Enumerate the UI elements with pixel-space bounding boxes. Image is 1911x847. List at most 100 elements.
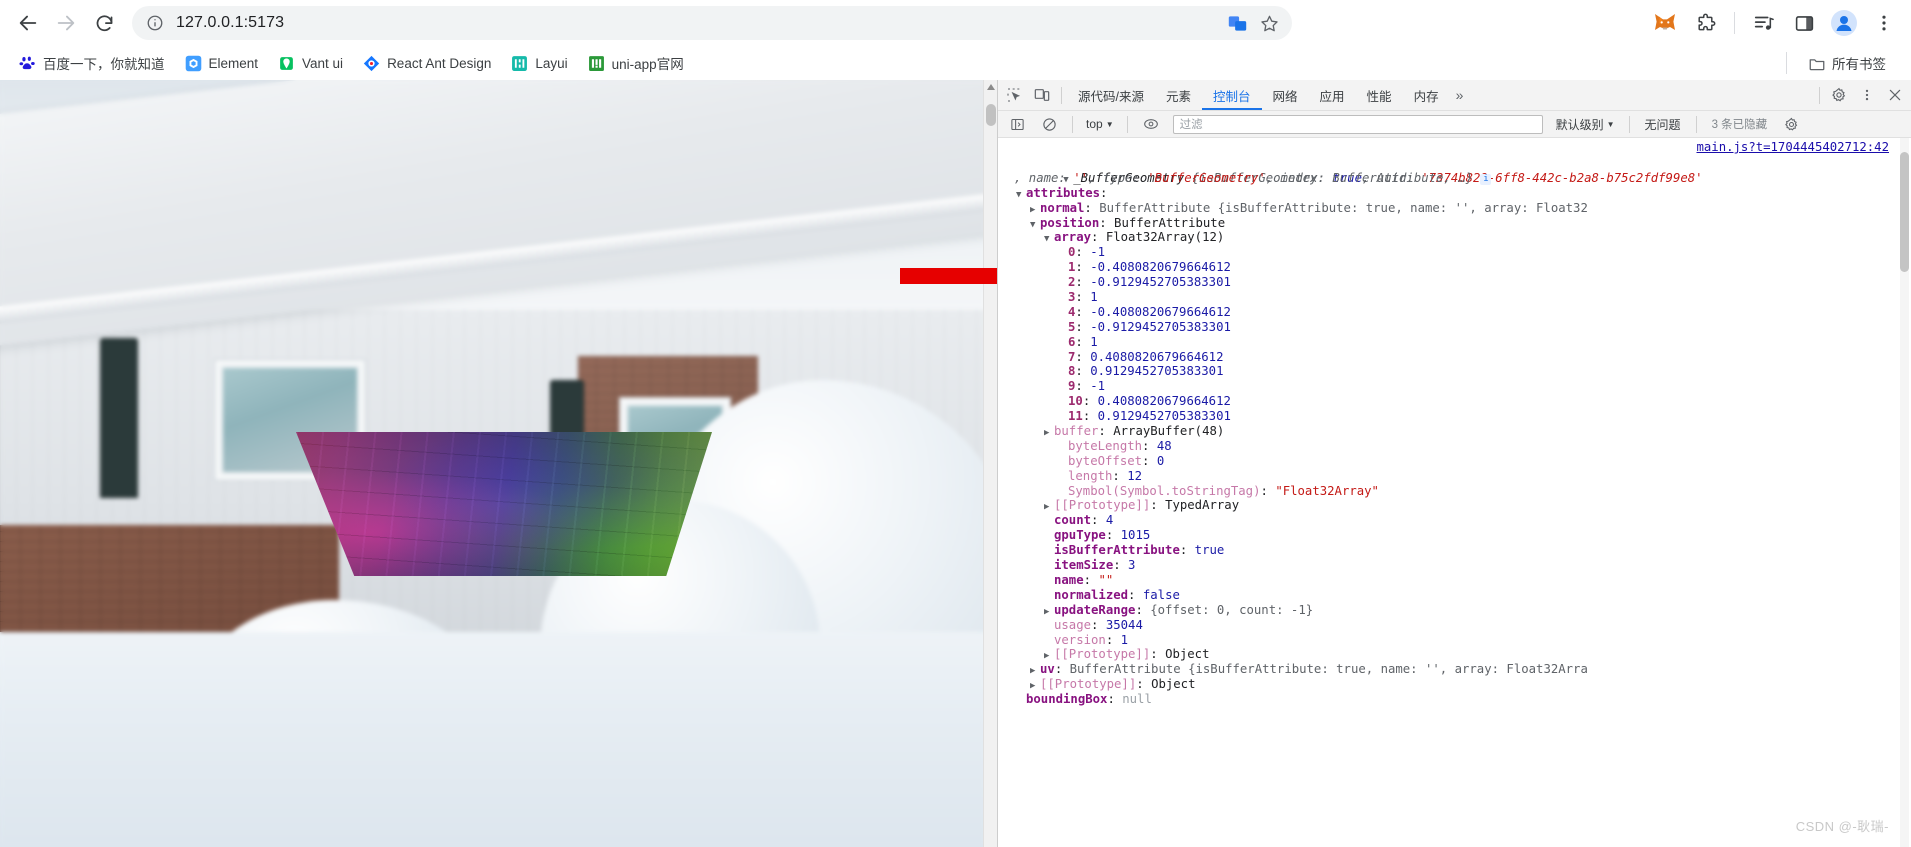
console-filter-input[interactable]: 过滤 <box>1172 114 1543 134</box>
console-property-row[interactable]: 6: 1 <box>998 335 1911 350</box>
side-panel-icon[interactable] <box>1787 6 1821 40</box>
log-level-selector[interactable]: 默认级别 ▼ <box>1551 116 1620 133</box>
console-property-row[interactable]: byteLength: 48 <box>998 439 1911 454</box>
threejs-textured-plane[interactable] <box>296 432 712 576</box>
browser-toolbar: 127.0.0.1:5173 <box>0 0 1911 46</box>
console-property-row[interactable]: ▶ normal: BufferAttribute {isBufferAttrib… <box>998 201 1911 216</box>
console-property-row[interactable]: ▶ [[Prototype]]: TypedArray <box>998 498 1911 513</box>
property-value: 1 <box>1090 290 1098 305</box>
console-property-row[interactable]: 4: -0.4080820679664612 <box>998 305 1911 320</box>
console-property-row[interactable]: usage: 35044 <box>998 618 1911 633</box>
console-property-row[interactable]: ▶ updateRange: {offset: 0, count: -1} <box>998 603 1911 618</box>
property-separator: : <box>1113 558 1129 573</box>
console-property-row[interactable]: ▼ position: BufferAttribute <box>998 216 1911 231</box>
console-property-row[interactable]: 1: -0.4080820679664612 <box>998 260 1911 275</box>
tab-performance[interactable]: 性能 <box>1356 80 1403 110</box>
bookmark-item[interactable]: Element <box>176 49 268 77</box>
issues-status[interactable]: 无问题 <box>1639 116 1687 133</box>
tab-application[interactable]: 应用 <box>1309 80 1356 110</box>
address-bar[interactable]: 127.0.0.1:5173 <box>132 6 1292 40</box>
console-property-row[interactable]: 11: 0.9129452705383301 <box>998 409 1911 424</box>
bookmark-item[interactable]: React Ant Design <box>354 49 500 77</box>
profile-avatar-icon[interactable] <box>1827 6 1861 40</box>
console-property-row[interactable]: byteOffset: 0 <box>998 454 1911 469</box>
reload-icon[interactable] <box>86 5 122 41</box>
page-scrollbar[interactable] <box>983 80 997 847</box>
console-property-row[interactable]: count: 4 <box>998 513 1911 528</box>
page-viewport[interactable] <box>0 80 997 847</box>
property-separator: : <box>1099 215 1115 230</box>
console-property-row[interactable]: ▶ buffer: ArrayBuffer(48) <box>998 424 1911 439</box>
expand-triangle-icon[interactable]: ▼ <box>1044 232 1054 247</box>
console-property-row[interactable]: 0: -1 <box>998 245 1911 260</box>
console-property-row[interactable]: 9: -1 <box>998 379 1911 394</box>
tab-sources[interactable]: 源代码/来源 <box>1067 80 1155 110</box>
scrollbar-thumb[interactable] <box>986 104 996 126</box>
console-scrollbar-thumb[interactable] <box>1900 152 1909 272</box>
console-property-row[interactable]: ▼ attributes: <box>998 186 1911 201</box>
tab-memory[interactable]: 内存 <box>1403 80 1450 110</box>
expand-triangle-icon[interactable]: ▼ <box>1030 218 1040 233</box>
console-property-row[interactable]: boundingBox: null <box>998 692 1911 707</box>
device-toolbar-icon[interactable] <box>1028 82 1056 109</box>
console-property-row[interactable]: 5: -0.9129452705383301 <box>998 320 1911 335</box>
inspect-element-icon[interactable] <box>1000 82 1028 109</box>
console-object-header[interactable]: ▼ _BufferGeometry {isBufferGeometry: true… <box>998 156 1911 185</box>
console-property-row[interactable]: length: 12 <box>998 469 1911 484</box>
metamask-extension-icon[interactable] <box>1648 6 1682 40</box>
console-property-row[interactable]: Symbol(Symbol.toStringTag): "Float32Arra… <box>998 484 1911 499</box>
more-tabs-icon[interactable]: » <box>1450 87 1470 103</box>
console-property-row[interactable]: ▶ uv: BufferAttribute {isBufferAttribute:… <box>998 662 1911 677</box>
info-badge-icon[interactable]: i <box>1480 173 1492 185</box>
tab-network[interactable]: 网络 <box>1262 80 1309 110</box>
console-property-row[interactable]: ▶ [[Prototype]]: Object <box>998 677 1911 692</box>
console-property-row[interactable]: 10: 0.4080820679664612 <box>998 394 1911 409</box>
console-property-row[interactable]: ▶ [[Prototype]]: Object <box>998 647 1911 662</box>
console-property-row[interactable]: 2: -0.9129452705383301 <box>998 275 1911 290</box>
live-expression-icon[interactable] <box>1137 111 1165 138</box>
clear-console-icon[interactable] <box>1035 111 1063 138</box>
console-source-link[interactable]: main.js?t=1704445402712:42 <box>1697 140 1890 155</box>
star-icon[interactable] <box>1260 14 1278 32</box>
kebab-menu-icon[interactable] <box>1853 82 1881 109</box>
settings-gear-icon[interactable] <box>1825 82 1853 109</box>
console-property-row[interactable]: ▼ array: Float32Array(12) <box>998 230 1911 245</box>
property-separator: : <box>1260 483 1276 498</box>
console-property-row[interactable]: normalized: false <box>998 588 1911 603</box>
execution-context-selector[interactable]: top ▼ <box>1082 114 1118 134</box>
all-bookmarks-button[interactable]: 所有书签 <box>1799 49 1895 77</box>
all-bookmarks-label: 所有书签 <box>1832 57 1886 72</box>
bookmark-label: Layui <box>535 55 568 71</box>
media-list-icon[interactable] <box>1747 6 1781 40</box>
property-separator: : <box>1083 572 1099 587</box>
forward-arrow-icon[interactable] <box>48 5 84 41</box>
puzzle-extension-icon[interactable] <box>1688 6 1722 40</box>
console-sidebar-icon[interactable] <box>1003 111 1031 138</box>
tab-console[interactable]: 控制台 <box>1202 80 1262 110</box>
kebab-menu-icon[interactable] <box>1867 6 1901 40</box>
expand-triangle-icon[interactable]: ▶ <box>1044 426 1054 441</box>
expand-triangle-icon[interactable]: ▼ <box>1016 188 1026 203</box>
tab-elements[interactable]: 元素 <box>1155 80 1202 110</box>
bookmark-item[interactable]: Vant ui <box>269 49 352 77</box>
settings-gear-icon[interactable] <box>1777 111 1805 138</box>
console-property-row[interactable]: isBufferAttribute: true <box>998 543 1911 558</box>
console-property-row[interactable]: name: "" <box>998 573 1911 588</box>
back-arrow-icon[interactable] <box>10 5 46 41</box>
console-property-row[interactable]: gpuType: 1015 <box>998 528 1911 543</box>
bookmark-item[interactable]: 百度一下，你就知道 <box>10 49 174 77</box>
info-circle-icon[interactable] <box>146 14 164 32</box>
hidden-messages-count[interactable]: 3 条已隐藏 <box>1706 116 1774 132</box>
bookmark-item[interactable]: Layui <box>502 49 576 77</box>
translate-icon[interactable] <box>1228 14 1247 32</box>
bookmark-item[interactable]: uni-app官网 <box>579 49 693 77</box>
close-icon[interactable] <box>1881 82 1909 109</box>
scroll-up-arrow-icon[interactable] <box>987 84 995 90</box>
console-property-row[interactable]: version: 1 <box>998 633 1911 648</box>
console-property-row[interactable]: 8: 0.9129452705383301 <box>998 364 1911 379</box>
property-key: isBufferAttribute <box>1054 543 1180 558</box>
console-property-row[interactable]: 3: 1 <box>998 290 1911 305</box>
console-output[interactable]: main.js?t=1704445402712:42 ▼ _BufferGeome… <box>998 138 1911 847</box>
console-property-row[interactable]: itemSize: 3 <box>998 558 1911 573</box>
console-property-row[interactable]: 7: 0.4080820679664612 <box>998 350 1911 365</box>
